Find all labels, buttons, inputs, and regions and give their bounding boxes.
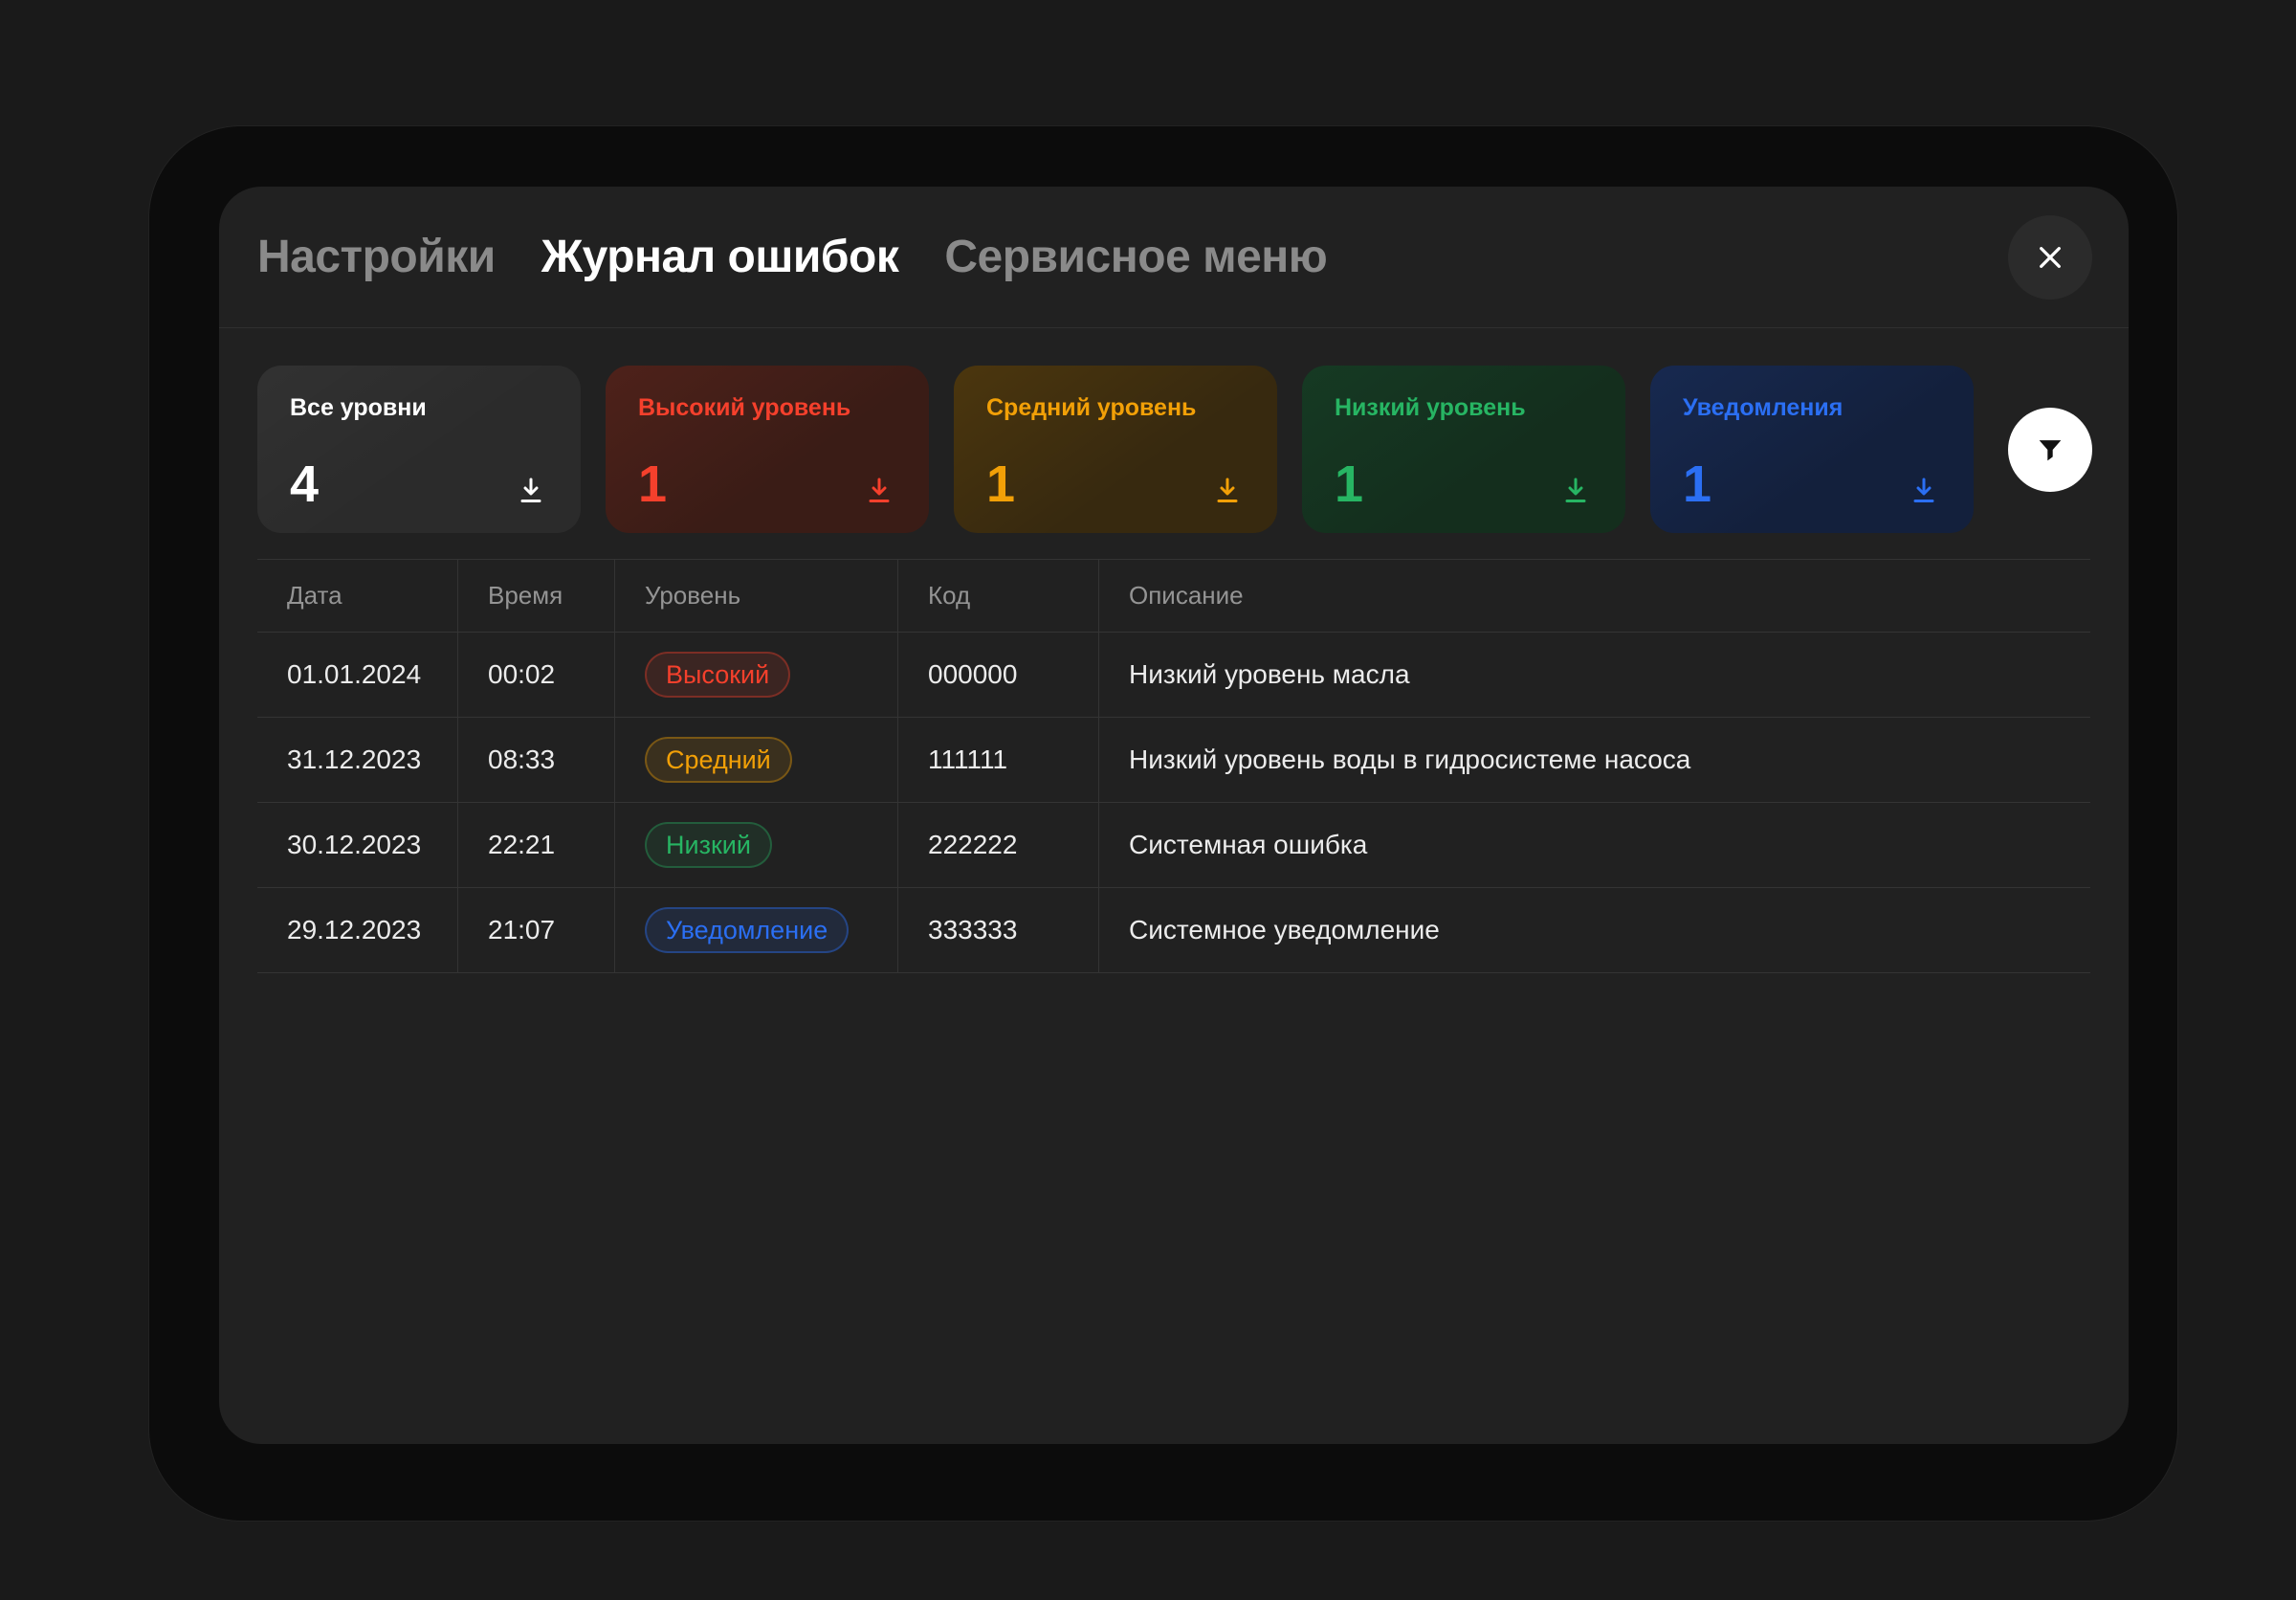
column-header-description: Описание [1099,560,2090,633]
download-icon[interactable] [514,474,548,508]
cell-date: 31.12.2023 [257,718,458,803]
column-header-date: Дата [257,560,458,633]
cell-code: 333333 [898,888,1099,973]
app-panel: Настройки Журнал ошибок Сервисное меню В… [219,187,2129,1444]
filter-button[interactable] [2008,408,2092,492]
column-header-level: Уровень [615,560,898,633]
cell-time: 22:21 [458,803,615,888]
summary-card-label: Уведомления [1683,394,1941,422]
level-badge: Низкий [645,822,772,868]
cell-description: Системная ошибка [1099,803,2090,888]
error-log-table: Дата Время Уровень Код Описание 01.01.20… [257,559,2090,973]
close-button[interactable] [2008,215,2092,300]
summary-card-all-levels[interactable]: Все уровни 4 [257,366,581,533]
summary-card-medium-level[interactable]: Средний уровень 1 [954,366,1277,533]
cell-level: Средний [615,718,898,803]
summary-card-high-level[interactable]: Высокий уровень 1 [606,366,929,533]
close-icon [2035,242,2065,273]
summary-card-label: Низкий уровень [1335,394,1593,422]
download-icon[interactable] [1907,474,1941,508]
cell-level: Низкий [615,803,898,888]
cell-code: 111111 [898,718,1099,803]
summary-card-label: Все уровни [290,394,548,422]
cell-code: 222222 [898,803,1099,888]
summary-card-label: Высокий уровень [638,394,896,422]
cell-level: Высокий [615,633,898,718]
summary-cards-row: Все уровни 4 Высокий уровень 1 [219,328,2129,533]
cell-level: Уведомление [615,888,898,973]
level-badge: Уведомление [645,907,849,953]
summary-card-notifications[interactable]: Уведомления 1 [1650,366,1974,533]
tab-bar: Настройки Журнал ошибок Сервисное меню [219,187,2129,328]
download-icon[interactable] [1558,474,1593,508]
cell-date: 29.12.2023 [257,888,458,973]
tab-error-log[interactable]: Журнал ошибок [541,231,899,283]
summary-card-count: 1 [986,461,1015,508]
summary-card-count: 1 [1683,461,1711,508]
summary-card-count: 4 [290,461,319,508]
cell-description: Низкий уровень воды в гидросистеме насос… [1099,718,2090,803]
tab-service-menu[interactable]: Сервисное меню [944,231,1327,283]
cell-time: 00:02 [458,633,615,718]
cell-description: Системное уведомление [1099,888,2090,973]
summary-card-count: 1 [1335,461,1363,508]
device-frame: Настройки Журнал ошибок Сервисное меню В… [149,126,2177,1521]
cell-time: 21:07 [458,888,615,973]
cell-time: 08:33 [458,718,615,803]
level-badge: Высокий [645,652,790,698]
level-badge: Средний [645,737,792,783]
tab-settings[interactable]: Настройки [257,231,496,283]
column-header-code: Код [898,560,1099,633]
cell-description: Низкий уровень масла [1099,633,2090,718]
cell-date: 01.01.2024 [257,633,458,718]
summary-card-low-level[interactable]: Низкий уровень 1 [1302,366,1625,533]
summary-card-count: 1 [638,461,667,508]
funnel-icon [2034,433,2066,466]
cell-date: 30.12.2023 [257,803,458,888]
download-icon[interactable] [862,474,896,508]
download-icon[interactable] [1210,474,1245,508]
column-header-time: Время [458,560,615,633]
cell-code: 000000 [898,633,1099,718]
summary-card-label: Средний уровень [986,394,1245,422]
